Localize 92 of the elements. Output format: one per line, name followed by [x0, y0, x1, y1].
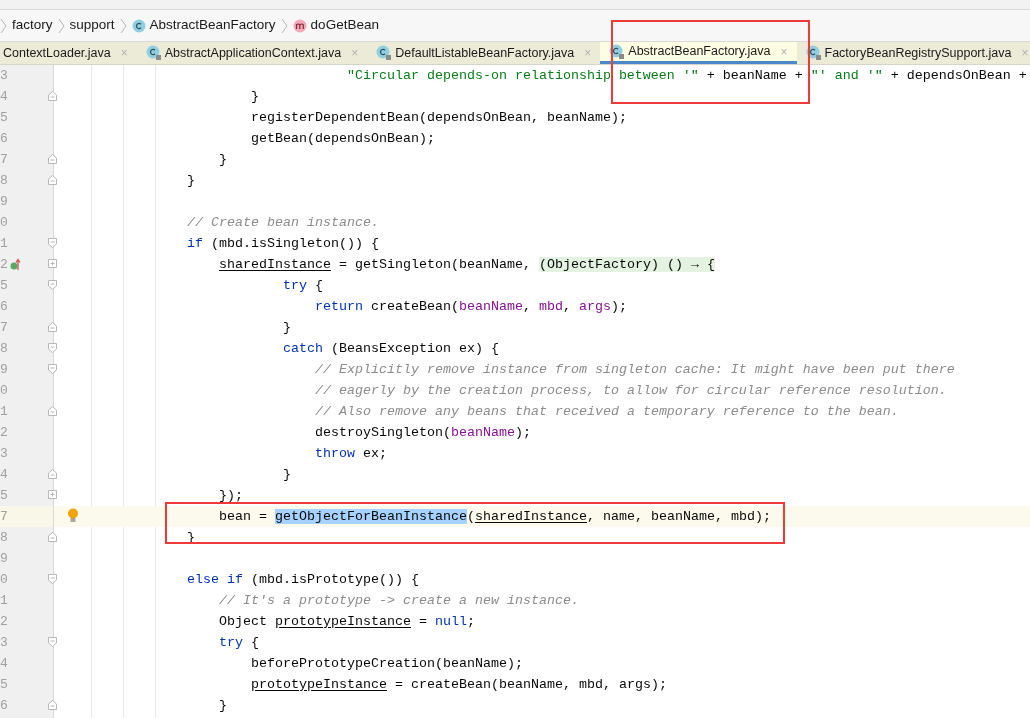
code-line: try {: [281, 276, 323, 295]
code-line: Object prototypeInstance = null;: [217, 612, 475, 631]
expand-icon[interactable]: [48, 259, 57, 268]
line-number: 9: [0, 192, 8, 211]
line-number: 0: [0, 570, 8, 589]
line-number: 4: [0, 654, 8, 673]
line-number: 7: [0, 507, 8, 526]
file-tab[interactable]: FactoryBeanRegistrySupport.java ×: [796, 42, 1030, 64]
code-line: beforePrototypeCreation(beanName);: [249, 654, 523, 673]
code-line: "Circular depends-on relationship between '" + beanName + "' and '" + dependsOnBean +: [345, 66, 1027, 85]
line-number: 4: [0, 465, 8, 484]
fold-icon[interactable]: [48, 238, 57, 248]
code-line: // It's a prototype -> create a new instance.: [217, 591, 579, 610]
line-number: 3: [0, 444, 8, 463]
expand-icon[interactable]: [48, 490, 57, 499]
line-number: 5: [0, 276, 8, 295]
code-line: // Explicitly remove instance from singleton cache: It might have been put there: [313, 360, 955, 379]
line-number: 1: [0, 234, 8, 253]
code-line: return createBean(beanName, mbd, args);: [313, 297, 627, 316]
fold-icon[interactable]: [48, 469, 57, 479]
code-line: // eagerly by the creation process, to allow for circular reference resolution.: [313, 381, 947, 400]
breadcrumb-item[interactable]: factory: [12, 15, 53, 36]
chevron-icon: [0, 17, 7, 34]
chevron-icon: [119, 17, 127, 34]
line-number: 8: [0, 528, 8, 547]
file-tab[interactable]: AbstractBeanFactory.java ×: [600, 42, 797, 64]
code-line: prototypeInstance = createBean(beanName, mbd, args);: [249, 675, 667, 694]
line-number: 2: [0, 612, 8, 631]
breadcrumb-item[interactable]: AbstractBeanFactory: [131, 15, 276, 36]
chevron-icon: [57, 17, 65, 34]
code-line: }: [281, 318, 291, 337]
breadcrumb-item[interactable]: doGetBean: [292, 15, 379, 36]
line-number: 9: [0, 360, 8, 379]
line-number: 1: [0, 591, 8, 610]
file-tab[interactable]: DefaultListableBeanFactory.java ×: [367, 42, 601, 64]
code-line: }: [217, 696, 227, 715]
line-number: 5: [0, 486, 8, 505]
code-line: });: [217, 486, 243, 505]
code-line: sharedInstance = getSingleton(beanName, (ObjectFactory) () → {: [217, 255, 715, 274]
chevron-icon: [280, 17, 288, 34]
code-line: getBean(dependsOnBean);: [249, 129, 435, 148]
fold-icon[interactable]: [48, 637, 57, 647]
fold-icon[interactable]: [48, 175, 57, 185]
line-number: 2: [0, 423, 8, 442]
code-line: if (mbd.isSingleton()) {: [186, 234, 379, 253]
fold-icon[interactable]: [48, 91, 57, 101]
line-number: 2: [0, 255, 8, 274]
fold-icon[interactable]: [48, 280, 57, 290]
line-number: 0: [0, 213, 8, 232]
line-number: 5: [0, 675, 8, 694]
code-line: try {: [217, 633, 259, 652]
code-line: throw ex;: [313, 444, 387, 463]
line-number: 0: [0, 381, 8, 400]
fold-icon[interactable]: [48, 700, 57, 710]
code-line: }: [186, 171, 195, 190]
method-icon: [292, 18, 307, 33]
line-number: 6: [0, 129, 8, 148]
fold-icon[interactable]: [48, 322, 57, 332]
code-line: }: [217, 150, 227, 169]
class-icon: [131, 18, 146, 33]
file-tab[interactable]: ContextLoader.java ×: [0, 42, 137, 64]
fold-icon[interactable]: [48, 406, 57, 416]
code-line: catch (BeansException ex) {: [281, 339, 499, 358]
code-line: registerDependentBean(dependsOnBean, beanName);: [249, 108, 627, 127]
fold-icon[interactable]: [48, 364, 57, 374]
code-line: bean = getObjectForBeanInstance(sharedInstance, name, beanName, mbd);: [217, 507, 771, 526]
code-line: destroySingleton(beanName);: [313, 423, 531, 442]
line-number: 8: [0, 171, 8, 190]
line-number: 3: [0, 633, 8, 652]
fold-icon[interactable]: [48, 343, 57, 353]
override-marker-icon[interactable]: [10, 258, 21, 271]
code-line: // Also remove any beans that received a temporary reference to the bean.: [313, 402, 899, 421]
code-line: }: [249, 87, 259, 106]
line-number: 1: [0, 402, 8, 421]
breadcrumb-item[interactable]: support: [69, 15, 115, 36]
line-number: 8: [0, 339, 8, 358]
line-number: 6: [0, 696, 8, 715]
line-number: 7: [0, 318, 8, 337]
line-number: 9: [0, 549, 8, 568]
code-line: }: [281, 465, 291, 484]
line-number: 3: [0, 66, 8, 85]
line-number: 6: [0, 297, 8, 316]
line-number: 7: [0, 150, 8, 169]
code-line: // Create bean instance.: [186, 213, 379, 232]
fold-icon[interactable]: [48, 574, 57, 584]
fold-icon[interactable]: [48, 154, 57, 164]
code-line: else if (mbd.isPrototype()) {: [186, 570, 419, 589]
fold-icon[interactable]: [48, 532, 57, 542]
line-number: 5: [0, 108, 8, 127]
line-number: 4: [0, 87, 8, 106]
file-tab[interactable]: AbstractApplicationContext.java ×: [136, 42, 368, 64]
lightbulb-icon[interactable]: [67, 508, 79, 523]
